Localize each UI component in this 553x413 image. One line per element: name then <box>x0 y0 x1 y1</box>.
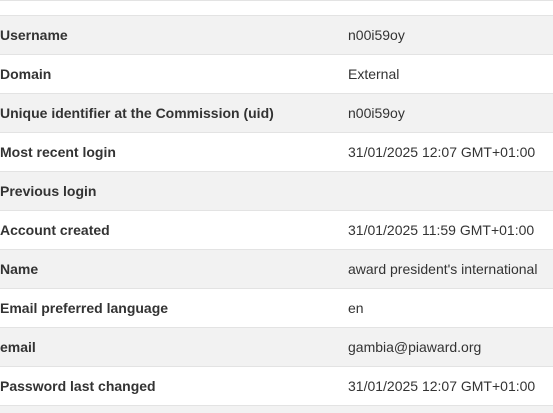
table-row-previous-login: Previous login <box>0 172 553 211</box>
row-label: Username <box>0 27 68 43</box>
table-row-name: Name award president's international <box>0 250 553 289</box>
row-label: Previous login <box>0 183 97 199</box>
row-value: n00i59oy <box>348 27 405 43</box>
row-label: Unique identifier at the Commission (uid… <box>0 105 274 121</box>
row-value: External <box>348 66 400 82</box>
row-value: 31/01/2025 12:07 GMT+01:00 <box>348 378 536 394</box>
row-label: Domain <box>0 66 52 82</box>
row-label: Name <box>0 261 39 277</box>
table-row-account-created: Account created 31/01/2025 11:59 GMT+01:… <box>0 211 553 250</box>
row-label: email <box>0 339 36 355</box>
row-value: 31/01/2025 11:59 GMT+01:00 <box>348 222 535 238</box>
table-row-password-last-changed: Password last changed 31/01/2025 12:07 G… <box>0 367 553 406</box>
table-body: Username n00i59oy Domain External Unique… <box>0 16 553 406</box>
row-label: Email preferred language <box>0 300 169 316</box>
row-label: Account created <box>0 222 110 238</box>
row-value: award president's international <box>348 261 538 277</box>
table-top-strip <box>0 1 553 16</box>
table-row-domain: Domain External <box>0 55 553 94</box>
table-row-email: email gambia@piaward.org <box>0 328 553 367</box>
row-label: Password last changed <box>0 378 156 394</box>
row-value: n00i59oy <box>348 105 405 121</box>
account-details-table: Username n00i59oy Domain External Unique… <box>0 0 553 413</box>
table-row-email-language: Email preferred language en <box>0 289 553 328</box>
row-value: en <box>348 300 364 316</box>
row-value: 31/01/2025 12:07 GMT+01:00 <box>348 144 536 160</box>
row-label: Most recent login <box>0 144 116 160</box>
table-row-most-recent-login: Most recent login 31/01/2025 12:07 GMT+0… <box>0 133 553 172</box>
table-bottom-strip <box>0 406 553 413</box>
table-row-uid: Unique identifier at the Commission (uid… <box>0 94 553 133</box>
table-row-username: Username n00i59oy <box>0 16 553 55</box>
row-value: gambia@piaward.org <box>348 339 482 355</box>
